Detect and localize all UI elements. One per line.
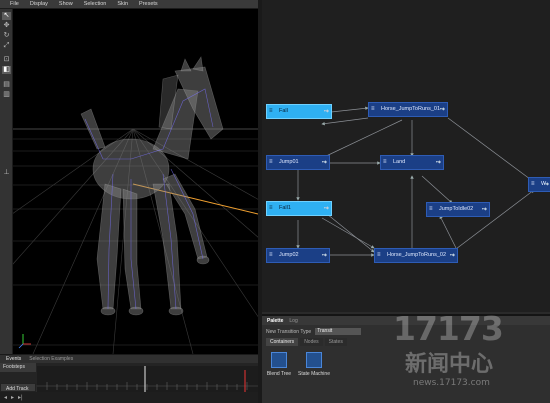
menu-bar: File Display Show Selection Skin Presets: [0, 0, 258, 9]
play-icon[interactable]: ▸: [11, 394, 14, 401]
state-machine-icon: [306, 352, 322, 368]
node-label: Jump01: [279, 159, 299, 165]
node-label: Jump02: [279, 252, 299, 258]
node-label: W: [541, 181, 547, 187]
tab-palette[interactable]: Palette: [267, 318, 283, 324]
watermark-logo: 17173: [393, 309, 504, 348]
lock-icon[interactable]: ⊡: [2, 56, 11, 64]
palette-item-label: Blend Tree: [266, 371, 292, 377]
node-label: Fall: [279, 108, 288, 114]
tool-bar: ↖ ✥ ↻ ⤢ ⊡ ◧ ▤ ▥ ⊥: [0, 9, 13, 354]
menu-file[interactable]: File: [10, 1, 19, 7]
play-back-icon[interactable]: ◂: [4, 394, 7, 401]
tab-log[interactable]: Log: [289, 318, 297, 324]
viewport-scene: [13, 56, 258, 354]
events-tabbar: Events Selection Examples: [0, 354, 258, 363]
node-fall1[interactable]: Fall1: [266, 201, 332, 216]
film-icon[interactable]: ▤: [2, 81, 11, 89]
state-graph[interactable]: Fall Horse_JumpToRuns_01 Jump01 Land Fal…: [262, 0, 550, 312]
menu-presets[interactable]: Presets: [139, 1, 158, 7]
scale-icon[interactable]: ⤢: [2, 42, 11, 50]
node-fall[interactable]: Fall: [266, 104, 332, 119]
tab-states[interactable]: States: [324, 338, 347, 346]
node-label: Land: [393, 159, 406, 165]
timeline[interactable]: [37, 366, 258, 392]
layer-icon[interactable]: ▥: [2, 91, 11, 99]
menu-display[interactable]: Display: [30, 1, 48, 7]
skip-end-icon[interactable]: ▸|: [18, 394, 23, 401]
transition-type-row: New Transition Type Transit: [266, 328, 362, 335]
watermark-url: news.17173.com: [413, 378, 490, 388]
horse-model[interactable]: [80, 56, 224, 316]
palette-item-state-machine[interactable]: State Machine: [298, 352, 330, 377]
pin-icon[interactable]: ⊥: [2, 169, 11, 177]
node-land[interactable]: Land: [380, 155, 444, 170]
transition-type-label: New Transition Type: [266, 328, 312, 335]
tab-selection-examples[interactable]: Selection Examples: [29, 356, 73, 362]
node-w[interactable]: W: [528, 177, 550, 192]
select-icon[interactable]: ↖: [2, 12, 11, 20]
axis-gizmo: [18, 334, 31, 349]
menu-skin[interactable]: Skin: [117, 1, 128, 7]
add-track-button[interactable]: Add Track: [0, 383, 36, 392]
menu-selection[interactable]: Selection: [84, 1, 107, 7]
tab-containers[interactable]: Containers: [266, 338, 299, 346]
3d-viewport[interactable]: [13, 9, 258, 354]
viewport-panel: File Display Show Selection Skin Presets…: [0, 0, 258, 403]
blend-tree-icon: [271, 352, 287, 368]
transport-bar: ◂ ▸ ▸|: [0, 392, 258, 403]
rotate-icon[interactable]: ↻: [2, 32, 11, 40]
node-horse-jump-to-runs-01[interactable]: Horse_JumpToRuns_01: [368, 102, 448, 117]
tab-events[interactable]: Events: [6, 356, 21, 362]
node-jump-to-idle-02[interactable]: JumpToIdle02: [426, 202, 490, 217]
node-label: Fall1: [279, 205, 291, 211]
track-name[interactable]: Footsteps: [0, 363, 36, 372]
node-jump02[interactable]: Jump02: [266, 248, 330, 263]
transition-type-select[interactable]: Transit: [315, 328, 362, 335]
node-label: JumpToIdle02: [439, 206, 474, 212]
palette-item-label: State Machine: [298, 371, 330, 377]
camera-icon[interactable]: ◧: [2, 66, 11, 74]
watermark-cn: 新闻中心: [405, 352, 494, 377]
node-label: Horse_JumpToRuns_02: [387, 252, 447, 258]
menu-show[interactable]: Show: [59, 1, 73, 7]
move-icon[interactable]: ✥: [2, 22, 11, 30]
node-label: Horse_JumpToRuns_01: [381, 106, 441, 112]
tab-nodes[interactable]: Nodes: [300, 338, 323, 346]
node-horse-jump-to-runs-02[interactable]: Horse_JumpToRuns_02: [374, 248, 458, 263]
node-jump01[interactable]: Jump01: [266, 155, 330, 170]
palette-item-blend-tree[interactable]: Blend Tree: [266, 352, 292, 377]
palette-subtabs: Containers Nodes States: [266, 338, 347, 346]
